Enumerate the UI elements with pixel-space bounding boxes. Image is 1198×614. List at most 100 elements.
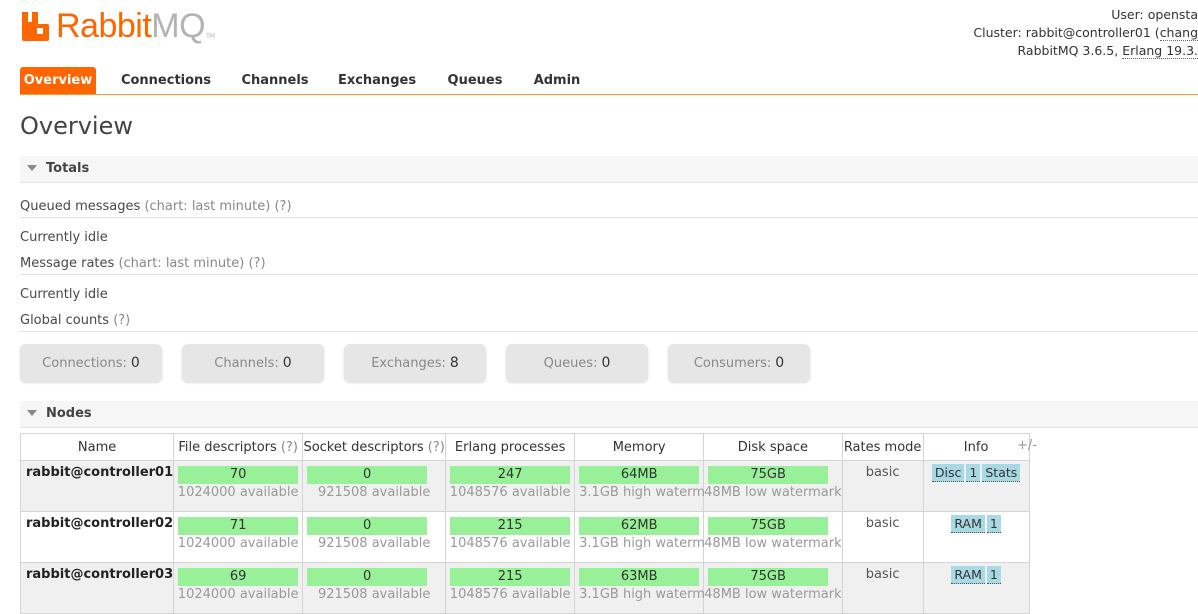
node-row: rabbit@controller01 70 1024000 available … bbox=[19, 460, 1030, 512]
usage-bar: 75GB bbox=[708, 466, 829, 484]
available-text: 1024000 available bbox=[177, 587, 299, 602]
collapse-triangle-icon bbox=[27, 410, 37, 416]
message-rates-chart-link[interactable]: (chart: last minute) bbox=[118, 256, 244, 271]
watermark-text: 48MB low watermark bbox=[704, 536, 842, 551]
queues-count-box[interactable]: Queues: 0 bbox=[506, 344, 648, 382]
watermark-text: 3.1GB high watermark bbox=[579, 536, 726, 551]
main-nav-tabs: Overview Connections Channels Exchanges … bbox=[20, 67, 1198, 95]
nodes-section-toggle[interactable]: Nodes bbox=[20, 401, 1198, 428]
login-details: User: opensta Cluster: rabbit@controller… bbox=[973, 6, 1198, 60]
available-text: 921508 available bbox=[317, 485, 431, 500]
usage-bar: 71 bbox=[178, 517, 299, 535]
count-label: Connections: bbox=[42, 356, 127, 371]
cluster-value: rabbit@controller01 bbox=[1025, 25, 1151, 40]
disk-space-cell: 75GB 48MB low watermark bbox=[703, 511, 843, 563]
socket-descriptors-cell: 0 921508 available bbox=[302, 511, 447, 563]
column-header-info: Info bbox=[922, 433, 1030, 461]
node-type-count-badge[interactable]: 1 bbox=[986, 515, 1001, 533]
available-text: 921508 available bbox=[317, 536, 431, 551]
column-toggle-button[interactable]: +/- bbox=[1017, 438, 1037, 453]
page-title: Overview bbox=[20, 112, 133, 140]
usage-bar: 0 bbox=[307, 568, 428, 586]
tab-overview[interactable]: Overview bbox=[20, 67, 96, 94]
available-text: 1048576 available bbox=[449, 587, 571, 602]
usage-bar: 0 bbox=[307, 466, 428, 484]
usage-bar: 75GB bbox=[708, 517, 829, 535]
usage-bar: 64MB bbox=[579, 466, 700, 484]
version-line: RabbitMQ 3.6.5, Erlang 19.3. bbox=[973, 42, 1198, 60]
connections-count-box[interactable]: Connections: 0 bbox=[20, 344, 162, 382]
erlang-processes-cell: 247 1048576 available bbox=[445, 460, 576, 512]
consumers-count-box[interactable]: Consumers: 0 bbox=[668, 344, 810, 382]
memory-cell: 64MB 3.1GB high watermark bbox=[574, 460, 726, 512]
node-type-count-badge[interactable]: 1 bbox=[986, 566, 1001, 584]
usage-bar: 247 bbox=[450, 466, 571, 484]
node-type-count-badge[interactable]: 1 bbox=[966, 464, 981, 482]
logo-wordmark-secondary: MQ bbox=[151, 7, 206, 45]
node-name-link[interactable]: rabbit@controller03 bbox=[19, 562, 175, 614]
change-cluster-name-link[interactable]: chang bbox=[1159, 25, 1198, 41]
node-name-link[interactable]: rabbit@controller02 bbox=[19, 511, 175, 563]
disc-badge[interactable]: Disc bbox=[931, 464, 965, 482]
watermark-text: 3.1GB high watermark bbox=[579, 587, 726, 602]
help-link[interactable]: (?) bbox=[281, 440, 298, 455]
ram-badge[interactable]: RAM bbox=[951, 566, 985, 584]
usage-bar: 70 bbox=[178, 466, 299, 484]
queued-messages-help[interactable]: (?) bbox=[274, 199, 291, 214]
logo-wordmark-primary: Rabbit bbox=[56, 7, 152, 45]
help-link[interactable]: (?) bbox=[428, 440, 445, 455]
erlang-processes-cell: 215 1048576 available bbox=[445, 562, 576, 614]
count-label: Queues: bbox=[543, 356, 598, 371]
user-line: User: opensta bbox=[973, 6, 1198, 24]
global-counts-help[interactable]: (?) bbox=[113, 313, 130, 328]
column-header-socket-descriptors: Socket descriptors (?) bbox=[302, 433, 447, 461]
count-label: Exchanges: bbox=[371, 356, 446, 371]
info-cell: RAM 1 bbox=[922, 562, 1030, 614]
totals-section-toggle[interactable]: Totals bbox=[20, 156, 1198, 183]
logo-trademark: TM bbox=[206, 33, 215, 40]
ram-badge[interactable]: RAM bbox=[951, 515, 985, 533]
totals-heading: Totals bbox=[46, 161, 90, 176]
rates-mode-cell: basic bbox=[841, 511, 924, 563]
available-text: 921508 available bbox=[317, 587, 431, 602]
file-descriptors-cell: 71 1024000 available bbox=[173, 511, 304, 563]
queued-messages-chart-link[interactable]: (chart: last minute) bbox=[144, 199, 270, 214]
stats-badge[interactable]: Stats bbox=[982, 464, 1021, 482]
column-header-label: Socket descriptors bbox=[303, 439, 424, 455]
erlang-version: Erlang 19.3. bbox=[1122, 43, 1198, 59]
tab-exchanges[interactable]: Exchanges bbox=[333, 67, 421, 94]
tab-queues[interactable]: Queues bbox=[440, 67, 510, 94]
usage-bar: 215 bbox=[450, 568, 571, 586]
queued-messages-label: Queued messages bbox=[20, 199, 141, 214]
logo-wordmark: RabbitMQ bbox=[56, 7, 206, 45]
count-value: 0 bbox=[282, 355, 292, 371]
tab-admin[interactable]: Admin bbox=[527, 67, 587, 94]
tab-channels[interactable]: Channels bbox=[235, 67, 315, 94]
message-rates-status: Currently idle bbox=[20, 287, 108, 302]
rabbitmq-version: RabbitMQ 3.6.5, bbox=[1017, 43, 1123, 58]
count-value: 0 bbox=[601, 355, 611, 371]
erlang-processes-cell: 215 1048576 available bbox=[445, 511, 576, 563]
available-text: 1024000 available bbox=[177, 536, 299, 551]
message-rates-help[interactable]: (?) bbox=[248, 256, 265, 271]
nodes-table: Name File descriptors (?) Socket descrip… bbox=[19, 433, 1030, 614]
rates-mode-cell: basic bbox=[841, 460, 924, 512]
message-rates-heading: Message rates (chart: last minute) (?) bbox=[20, 254, 1198, 275]
channels-count-box[interactable]: Channels: 0 bbox=[182, 344, 324, 382]
column-header-label: File descriptors bbox=[178, 439, 277, 455]
watermark-text: 48MB low watermark bbox=[704, 485, 842, 500]
tab-connections[interactable]: Connections bbox=[116, 67, 216, 94]
column-header-name: Name bbox=[19, 433, 175, 461]
queued-messages-heading: Queued messages (chart: last minute) (?) bbox=[20, 197, 1198, 218]
exchanges-count-box[interactable]: Exchanges: 8 bbox=[344, 344, 486, 382]
count-value: 0 bbox=[775, 355, 785, 371]
cluster-label: Cluster: bbox=[973, 25, 1022, 40]
usage-bar: 62MB bbox=[579, 517, 700, 535]
column-header-erlang-processes: Erlang processes bbox=[445, 433, 576, 461]
disk-space-cell: 75GB 48MB low watermark bbox=[703, 562, 843, 614]
cluster-line: Cluster: rabbit@controller01 (chang bbox=[973, 24, 1198, 42]
cluster-change-prefix: ( bbox=[1154, 25, 1160, 40]
memory-cell: 63MB 3.1GB high watermark bbox=[574, 562, 726, 614]
node-name-link[interactable]: rabbit@controller01 bbox=[19, 460, 175, 512]
column-header-disk-space: Disk space bbox=[703, 433, 843, 461]
